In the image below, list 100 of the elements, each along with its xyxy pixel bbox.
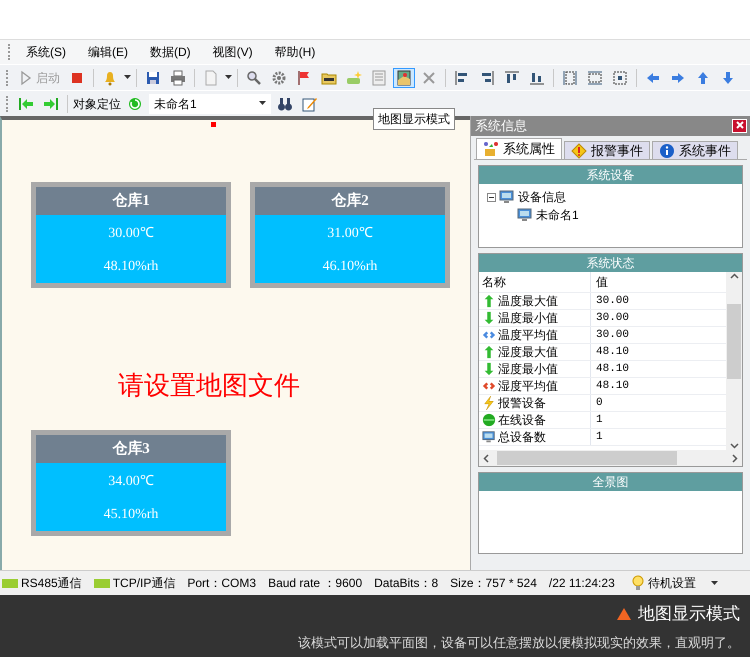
warehouse-card[interactable]: 仓库2 31.00℃ 46.10%rh [250,182,450,288]
table-cell-text: 温度最小值 [498,310,558,327]
table-cell-text: 温度平均值 [498,327,558,344]
tab[interactable]: 系统属性 [476,138,562,159]
status-text: Baud rate ：9600 [268,575,362,592]
find-icon [277,96,293,112]
properties-icon [483,141,499,157]
list-icon [371,70,387,86]
locator-label: 对象定位 [73,96,121,112]
temperature-reading: 34.00℃ [108,473,154,491]
column-header: 名称 [479,272,591,292]
chevron-up-icon[interactable] [730,272,738,281]
flag-icon [296,70,312,86]
table-cell-text: 0 [595,396,603,411]
map-mode-button[interactable] [393,68,415,88]
tooltip: 地图显示模式 [373,108,455,130]
table-cell-text: 湿度最小值 [498,361,558,378]
move-down-icon [720,70,736,86]
align-right-icon [479,70,495,86]
close-icon [421,70,437,86]
same-width-icon [562,70,578,86]
column-header: 值 [595,274,608,291]
map-message: 请设置地图文件 [118,370,300,402]
chevron-right-icon[interactable] [730,454,739,462]
status-text: RS485通信 [21,575,82,592]
close-icon[interactable] [736,121,744,130]
section-header: 全景图 [479,473,742,491]
tree-item[interactable]: 未命名1 [536,206,579,224]
temperature-reading: 30.00℃ [108,225,154,243]
menu-item[interactable]: 视图(V) [202,41,263,63]
panel-title: 系统信息 [475,117,527,136]
lightbulb-icon [630,575,646,591]
caret-icon [259,101,266,106]
arrow-up-icon [482,345,496,359]
tab[interactable]: 报警事件 [564,141,650,159]
menu-item[interactable]: 帮助(H) [264,41,326,63]
document-icon [203,70,219,86]
table-cell-text: 湿度平均值 [498,378,558,395]
menu-item[interactable]: 数据(D) [140,41,201,63]
first-icon [18,96,34,112]
status-text: Port：COM3 [187,575,256,592]
table-cell-text: 湿度最大值 [498,344,558,361]
caret-icon[interactable] [124,75,131,80]
tree-item[interactable]: 设备信息 [518,188,566,206]
settings-icon [271,70,287,86]
info-icon [659,142,675,158]
refresh-icon [127,96,143,112]
warehouse-name: 仓库3 [112,439,150,459]
section-header: 系统设备 [479,166,742,184]
section-header: 系统状态 [479,254,742,272]
close-button[interactable] [732,119,747,133]
computer-icon [499,189,515,205]
align-left-icon [454,70,470,86]
vertical-scrollbar[interactable] [726,272,742,450]
alarm-icon [102,70,118,86]
lightning-icon [482,396,496,410]
computer-icon [482,430,496,444]
table-cell-text: 报警设备 [498,395,546,412]
align-top-icon [504,70,520,86]
humidity-reading: 48.10%rh [104,258,158,276]
arrow-down-icon [482,362,496,376]
warehouse-card[interactable]: 仓库1 30.00℃ 48.10%rh [31,182,231,288]
humidity-reading: 45.10%rh [104,506,158,524]
caret-icon[interactable] [225,75,232,80]
warehouse-name: 仓库1 [112,191,150,211]
edit-icon [302,96,318,112]
table-cell-text: 30.00 [595,328,630,343]
menu-item[interactable]: 编辑(E) [78,41,138,63]
caption-title: 地图显示模式 [638,603,740,625]
status-text: TCP/IP通信 [112,575,176,592]
warehouse-card[interactable]: 仓库3 34.00℃ 45.10%rh [31,430,231,536]
mode-button[interactable]: 待机设置 [626,573,699,593]
status-text: Size：757 * 524 [450,575,537,592]
humidity-reading: 46.10%rh [322,258,378,276]
search-icon [246,70,262,86]
move-up-icon [695,70,711,86]
table-cell-text: 温度最大值 [498,293,558,310]
computer-icon [517,207,533,223]
last-icon [43,96,59,112]
warning-icon [571,142,587,158]
save-icon [145,70,161,86]
add-item-icon [346,70,362,86]
chevron-left-icon[interactable] [482,454,491,462]
table-cell-text: 30.00 [595,294,630,309]
triangle-icon [616,606,632,622]
chevron-down-icon[interactable] [730,441,738,450]
arrow-up-icon [482,294,496,308]
table-cell-text: 总设备数 [498,429,546,446]
arrow-down-icon [482,311,496,325]
online-status-icon [482,413,496,427]
table-cell-text: 48.10 [595,344,630,360]
caret-icon[interactable] [710,580,718,586]
object-combo[interactable]: 未命名1 [149,94,271,114]
horizontal-scrollbar[interactable] [479,450,742,466]
tab[interactable]: 系统事件 [652,141,738,159]
table-cell-text: 1 [595,430,603,445]
table-cell-text: 在线设备 [498,412,546,429]
caption-text: 该模式可以加载平面图，设备可以任意摆放以便模拟现实的效果，直观明了。 [297,634,740,652]
table-cell-text: 1 [595,412,603,428]
menu-item[interactable]: 系统(S) [16,41,76,63]
